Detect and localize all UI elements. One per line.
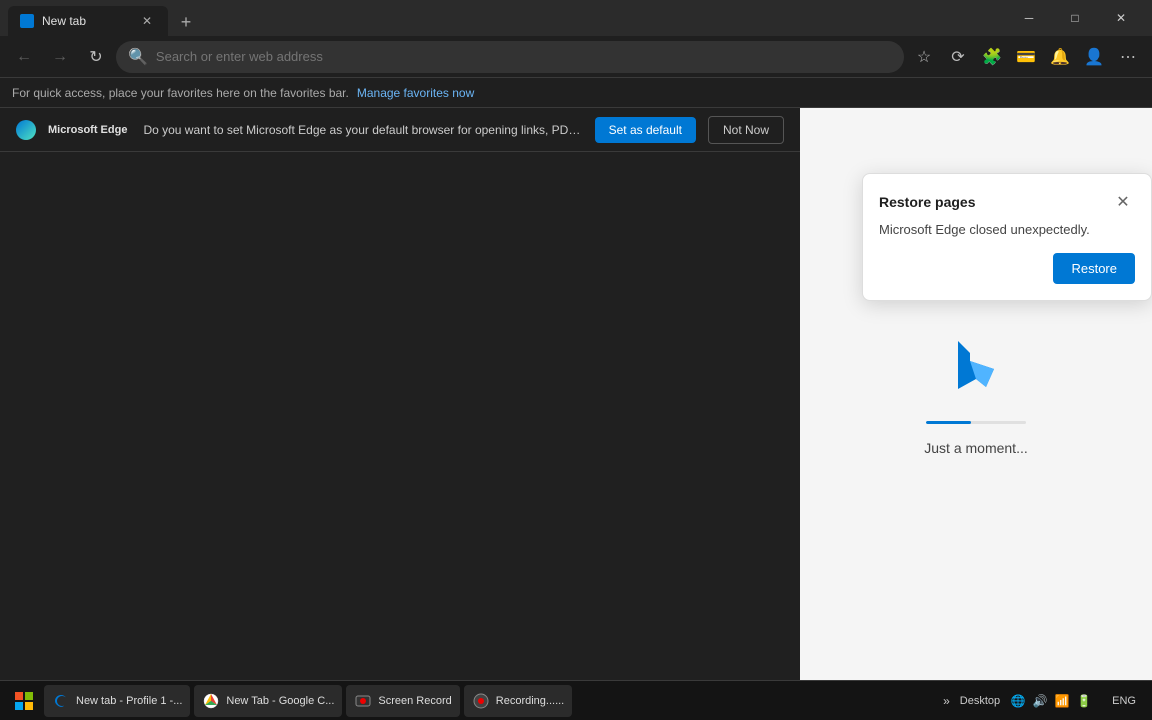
- favorites-icon[interactable]: ☆: [908, 41, 940, 73]
- start-button[interactable]: [8, 685, 40, 717]
- restore-header: Restore pages ✕: [879, 190, 1135, 214]
- collections-icon[interactable]: ⟳: [942, 41, 974, 73]
- settings-more-icon[interactable]: ⋯: [1112, 41, 1144, 73]
- taskbar-item-screenrecord[interactable]: Screen Record: [346, 685, 459, 717]
- taskbar-screenrecord-label: Screen Record: [378, 695, 451, 707]
- back-button[interactable]: ←: [8, 41, 40, 73]
- tray-icon-4: 🔋: [1076, 693, 1092, 709]
- chrome-taskbar-icon: [202, 692, 220, 710]
- tray-icon-2: 🔊: [1032, 693, 1048, 709]
- refresh-button[interactable]: ↻: [80, 41, 112, 73]
- tray-icon-3: 📶: [1054, 693, 1070, 709]
- minimize-button[interactable]: ─: [1006, 3, 1052, 33]
- not-now-button[interactable]: Not Now: [708, 116, 784, 144]
- toolbar-icons: ☆ ⟳ 🧩 💳 🔔 👤 ⋯: [908, 41, 1144, 73]
- bing-progress-bar: [926, 421, 1026, 424]
- edge-logo-icon: [16, 120, 36, 140]
- favorites-text: For quick access, place your favorites h…: [12, 86, 349, 100]
- lang-indicator: ENG: [1104, 695, 1144, 707]
- close-button[interactable]: ✕: [1098, 3, 1144, 33]
- restore-title: Restore pages: [879, 194, 975, 210]
- tab-favicon: [20, 14, 34, 28]
- taskbar-chrome-label: New Tab - Google C...: [226, 695, 334, 707]
- bing-logo-large: [940, 333, 1012, 405]
- recording-taskbar-icon: [472, 692, 490, 710]
- manage-favorites-link[interactable]: Manage favorites now: [357, 86, 474, 100]
- taskbar-item-recording[interactable]: Recording......: [464, 685, 572, 717]
- restore-close-button[interactable]: ✕: [1111, 190, 1135, 214]
- active-tab[interactable]: New tab ✕: [8, 6, 168, 36]
- content-area: Microsoft Edge Do you want to set Micros…: [0, 108, 1152, 680]
- bing-progress-fill: [926, 421, 971, 424]
- taskbar-edge-label: New tab - Profile 1 -...: [76, 695, 182, 707]
- taskbar-item-chrome[interactable]: New Tab - Google C...: [194, 685, 342, 717]
- extensions-icon[interactable]: 🧩: [976, 41, 1008, 73]
- forward-button[interactable]: →: [44, 41, 76, 73]
- tab-close-button[interactable]: ✕: [138, 12, 156, 30]
- taskbar: New tab - Profile 1 -... New Tab - Googl…: [0, 680, 1152, 720]
- restore-button[interactable]: Restore: [1053, 253, 1135, 284]
- browser-frame: New tab ✕ + ─ □ ✕ ← → ↻ 🔍 ☆ ⟳ 🧩 💳 🔔 👤 ⋯: [0, 0, 1152, 720]
- system-tray: » Desktop 🌐 🔊 📶 🔋: [931, 690, 1100, 712]
- maximize-button[interactable]: □: [1052, 3, 1098, 33]
- main-browser-content: Microsoft Edge Do you want to set Micros…: [0, 108, 800, 680]
- restore-message: Microsoft Edge closed unexpectedly.: [879, 222, 1135, 237]
- window-controls: ─ □ ✕: [1006, 3, 1144, 33]
- taskbar-item-edge[interactable]: New tab - Profile 1 -...: [44, 685, 190, 717]
- address-bar[interactable]: 🔍: [116, 41, 904, 73]
- new-tab-button[interactable]: +: [172, 8, 200, 36]
- edge-promo-message: Do you want to set Microsoft Edge as you…: [143, 123, 582, 137]
- favorites-bar: For quick access, place your favorites h…: [0, 78, 1152, 108]
- screenrecord-taskbar-icon: [354, 692, 372, 710]
- edge-promo-bar: Microsoft Edge Do you want to set Micros…: [0, 108, 800, 152]
- wallet-icon[interactable]: 💳: [1010, 41, 1042, 73]
- taskbar-recording-label: Recording......: [496, 695, 564, 707]
- notifications-icon[interactable]: 🔔: [1044, 41, 1076, 73]
- tab-title: New tab: [42, 14, 130, 28]
- title-bar: New tab ✕ + ─ □ ✕: [0, 0, 1152, 36]
- edge-brand-label: Microsoft Edge: [48, 124, 127, 136]
- tray-icon-1: 🌐: [1010, 693, 1026, 709]
- side-panel: Restore pages ✕ Microsoft Edge closed un…: [800, 108, 1152, 680]
- restore-pages-popup: Restore pages ✕ Microsoft Edge closed un…: [862, 173, 1152, 301]
- set-default-button[interactable]: Set as default: [595, 117, 696, 143]
- bing-loading-text: Just a moment...: [924, 440, 1027, 456]
- show-more-tray[interactable]: »: [939, 690, 954, 712]
- edge-taskbar-icon: [52, 692, 70, 710]
- desktop-label[interactable]: Desktop: [960, 695, 1000, 707]
- profile-icon[interactable]: 👤: [1078, 41, 1110, 73]
- address-input[interactable]: [156, 49, 892, 64]
- toolbar: ← → ↻ 🔍 ☆ ⟳ 🧩 💳 🔔 👤 ⋯: [0, 36, 1152, 78]
- taskbar-right-area: » Desktop 🌐 🔊 📶 🔋 ENG: [931, 690, 1144, 712]
- address-search-icon: 🔍: [128, 47, 148, 67]
- tab-area: New tab ✕ +: [8, 0, 200, 36]
